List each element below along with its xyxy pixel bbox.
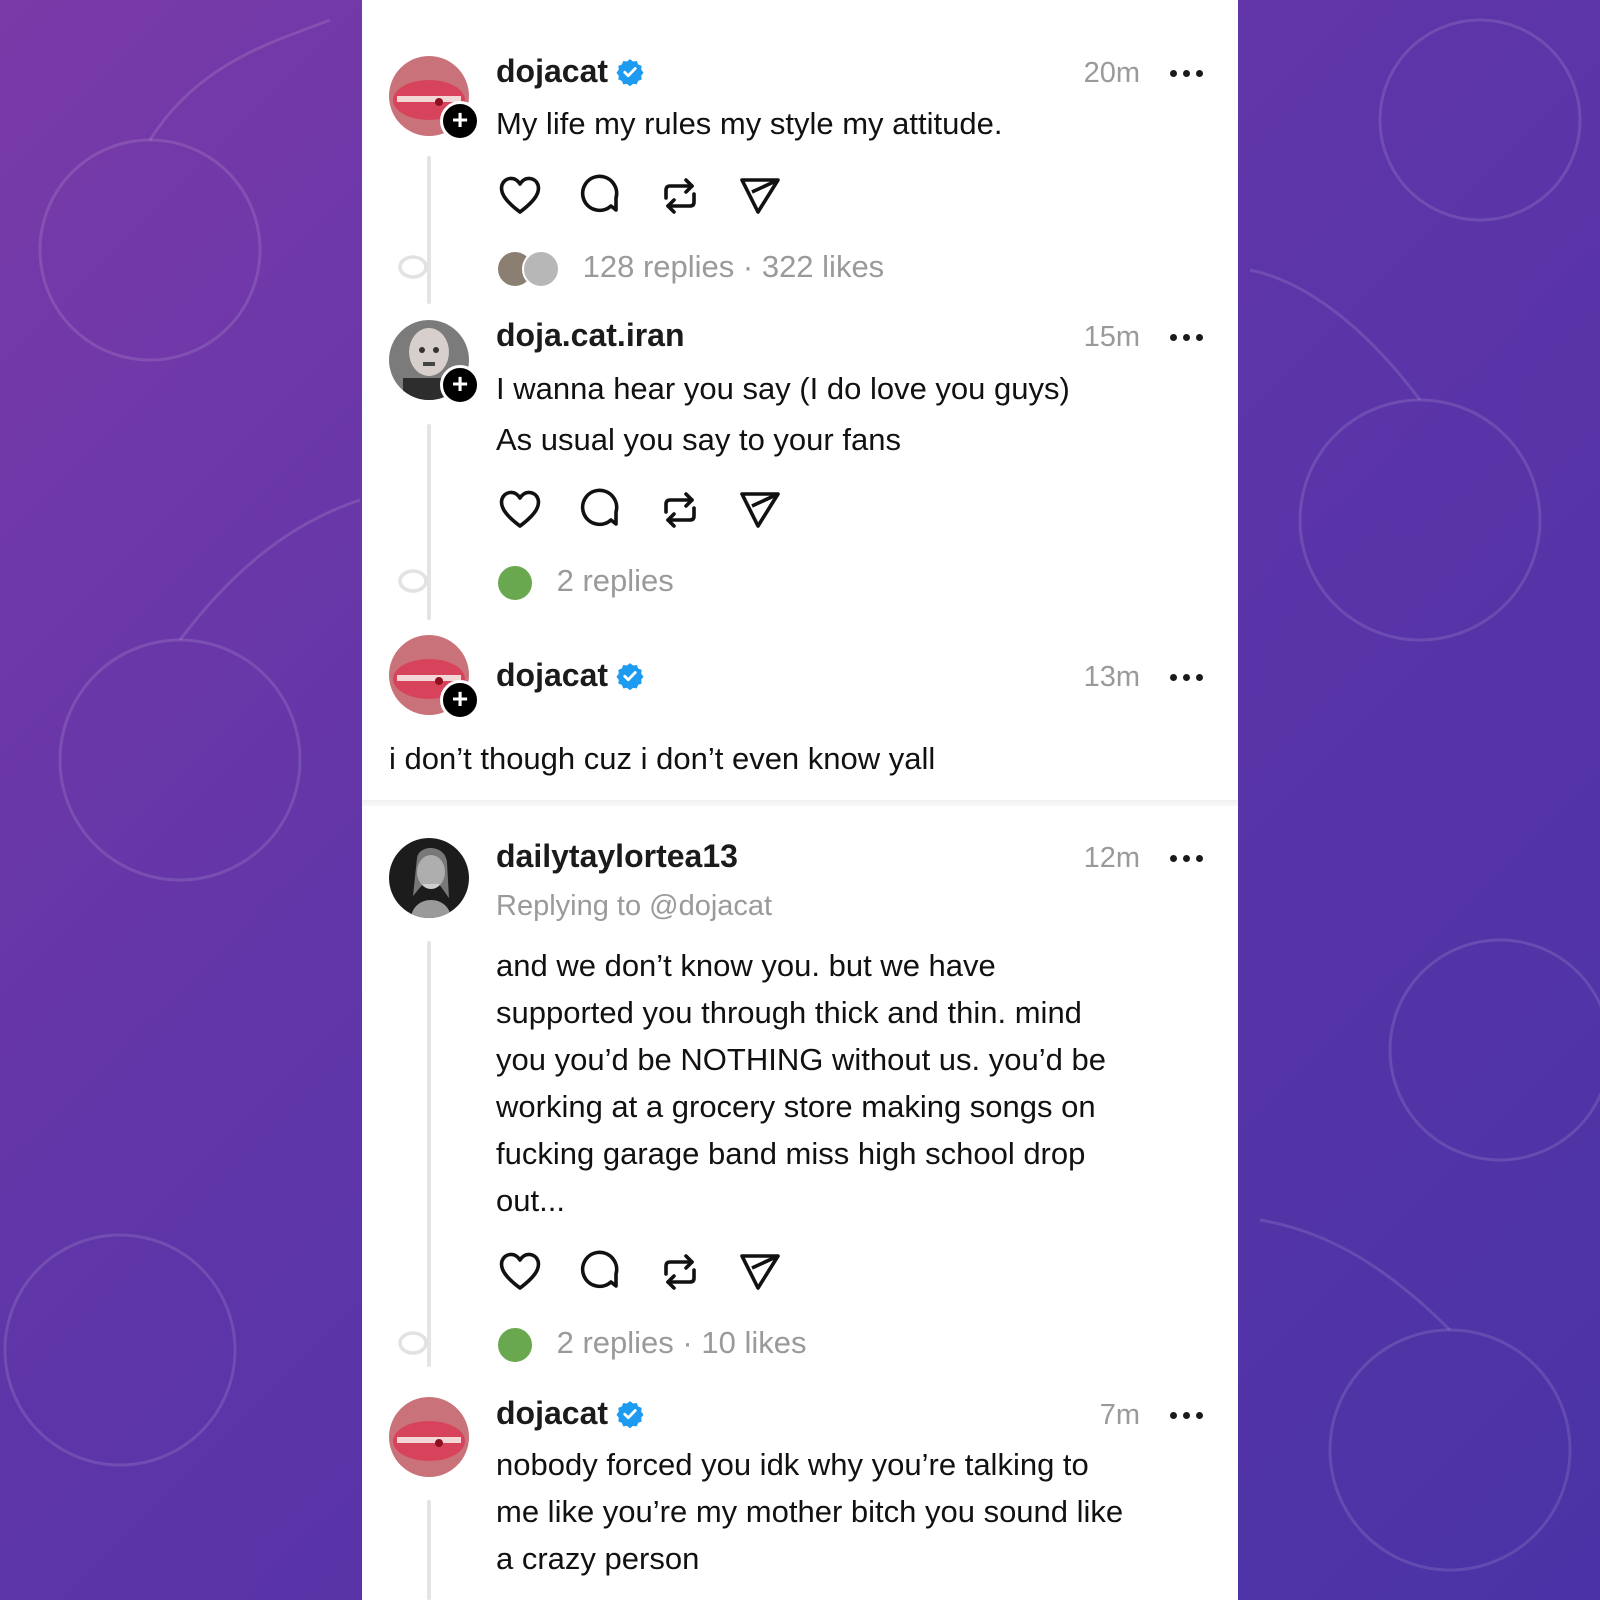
thread-loop-icon	[398, 1331, 428, 1355]
post-text: and we don’t know you. but we have suppo…	[496, 948, 1106, 1218]
verified-badge-icon	[616, 59, 644, 86]
timestamp: 7m	[1099, 1399, 1140, 1431]
send-icon[interactable]	[736, 486, 784, 534]
comment-icon[interactable]	[576, 1248, 624, 1296]
post-text: i don’t though cuz i don’t even know yal…	[389, 741, 936, 776]
post-stats[interactable]: 2 replies	[496, 561, 674, 602]
heart-icon[interactable]	[496, 172, 544, 220]
thread-panel: + dojacat 20m My life my rules my style …	[362, 0, 1238, 1600]
timestamp: 15m	[1083, 321, 1140, 353]
more-icon[interactable]	[1170, 67, 1206, 79]
timestamp: 13m	[1083, 661, 1140, 693]
username[interactable]: dojacat	[496, 1395, 644, 1432]
username[interactable]: doja.cat.iran	[496, 317, 685, 354]
thread-loop-icon	[398, 255, 428, 279]
repost-icon[interactable]	[656, 1248, 704, 1296]
follow-plus-icon[interactable]: +	[440, 365, 480, 405]
thread-line	[427, 941, 431, 1367]
post-stats[interactable]: 2 replies · 10 likes	[496, 1323, 806, 1364]
timestamp: 12m	[1083, 842, 1140, 874]
heart-icon[interactable]	[496, 1248, 544, 1296]
replier-avatar	[496, 563, 534, 602]
heart-icon[interactable]	[496, 486, 544, 534]
post-text: I wanna hear you say (I do love you guys…	[496, 371, 1070, 457]
singer-avatar[interactable]	[389, 838, 469, 918]
replier-avatar	[496, 1325, 534, 1364]
repost-icon[interactable]	[656, 172, 704, 220]
thread-line	[427, 1500, 431, 1600]
follow-plus-icon[interactable]: +	[440, 680, 480, 720]
send-icon[interactable]	[736, 172, 784, 220]
section-divider	[362, 800, 1238, 806]
username[interactable]: dailytaylortea13	[496, 838, 738, 875]
thread-loop-icon	[398, 569, 428, 593]
verified-badge-icon	[616, 663, 644, 690]
post-stats[interactable]: 128 replies · 322 likes	[496, 247, 884, 288]
repost-icon[interactable]	[656, 486, 704, 534]
follow-plus-icon[interactable]: +	[440, 101, 480, 141]
send-icon[interactable]	[736, 1248, 784, 1296]
more-icon[interactable]	[1170, 852, 1206, 864]
verified-badge-icon	[616, 1401, 644, 1428]
more-icon[interactable]	[1170, 671, 1206, 683]
replier-avatar	[522, 249, 560, 288]
post-text: My life my rules my style my attitude.	[496, 106, 1003, 141]
username[interactable]: dojacat	[496, 657, 644, 694]
username[interactable]: dojacat	[496, 53, 644, 90]
more-icon[interactable]	[1170, 1409, 1206, 1421]
timestamp: 20m	[1083, 57, 1140, 89]
post-text: nobody forced you idk why you’re talking…	[496, 1447, 1124, 1576]
comment-icon[interactable]	[576, 172, 624, 220]
replying-to-label[interactable]: Replying to @dojacat	[496, 890, 772, 923]
lips-avatar[interactable]	[389, 1397, 469, 1477]
comment-icon[interactable]	[576, 486, 624, 534]
more-icon[interactable]	[1170, 331, 1206, 343]
